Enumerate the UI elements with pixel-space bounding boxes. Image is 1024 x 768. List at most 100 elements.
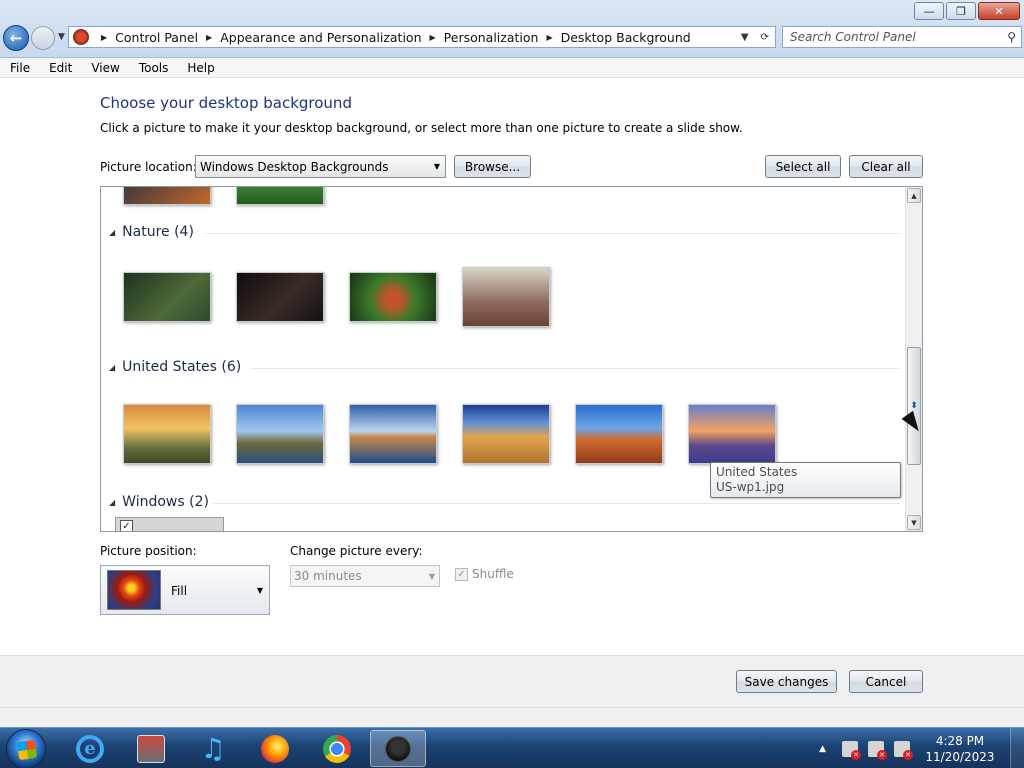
status-bar bbox=[0, 707, 1024, 727]
recent-pages-dropdown[interactable]: ▼ bbox=[58, 32, 65, 42]
taskbar-personalization[interactable] bbox=[370, 730, 426, 767]
media-center-icon bbox=[137, 734, 165, 763]
checkmark-icon[interactable]: ✓ bbox=[455, 567, 468, 581]
back-button[interactable]: ← bbox=[3, 25, 29, 51]
change-picture-label: Change picture every: bbox=[290, 544, 423, 558]
dialog-footer: Save changes Cancel bbox=[0, 655, 1024, 707]
wallpaper-thumbnail[interactable] bbox=[123, 272, 211, 322]
breadcrumb-chevron-icon[interactable]: ▶ bbox=[546, 33, 552, 42]
gallery-scrollbar[interactable]: ▲ ⬍ ▼ bbox=[905, 187, 922, 531]
windows-logo-icon bbox=[16, 739, 38, 761]
tooltip-filename: US-wp1.jpg bbox=[716, 480, 785, 494]
close-button[interactable]: ✕ bbox=[978, 2, 1020, 20]
shuffle-checkbox[interactable]: ✓ Shuffle bbox=[455, 567, 514, 581]
picture-position-select[interactable]: Fill ▼ bbox=[100, 565, 270, 615]
picture-location-select[interactable]: Windows Desktop Backgrounds ▼ bbox=[195, 155, 446, 178]
menu-help[interactable]: Help bbox=[177, 61, 223, 75]
address-dropdown-icon[interactable]: ▼ bbox=[741, 32, 749, 43]
breadcrumb-chevron-icon[interactable]: ▶ bbox=[206, 33, 212, 42]
wallpaper-thumbnail[interactable] bbox=[123, 404, 211, 464]
selected-wallpaper-thumbnail[interactable]: ✓ bbox=[115, 517, 224, 531]
group-title: Windows (2) bbox=[122, 494, 209, 510]
refresh-icon[interactable]: ⟳ bbox=[761, 32, 769, 43]
wallpaper-thumbnail[interactable] bbox=[123, 187, 211, 205]
scroll-down-button[interactable]: ▼ bbox=[907, 515, 921, 530]
maximize-button[interactable]: ❐ bbox=[946, 2, 976, 20]
show-desktop-button[interactable] bbox=[1010, 728, 1024, 768]
scroll-thumb[interactable]: ⬍ bbox=[907, 347, 921, 465]
breadcrumb-control-panel[interactable]: Control Panel bbox=[115, 30, 198, 45]
forward-button[interactable] bbox=[31, 26, 55, 50]
wallpaper-thumbnail[interactable] bbox=[236, 404, 324, 464]
picture-location-label: Picture location: bbox=[100, 160, 197, 174]
menu-view[interactable]: View bbox=[81, 61, 128, 75]
taskbar: e ♫ ▲ ✕ ✕ ✕ 4:28 PM 11/20/2023 bbox=[0, 727, 1024, 768]
taskbar-music[interactable]: ♫ bbox=[185, 730, 241, 767]
title-bar: — ❐ ✕ ← ▼ ▶ Control Panel ▶ Appearance a… bbox=[0, 0, 1024, 58]
close-icon: ✕ bbox=[994, 4, 1004, 18]
clock-time: 4:28 PM bbox=[935, 733, 985, 748]
breadcrumb-personalization[interactable]: Personalization bbox=[444, 30, 539, 45]
save-changes-button[interactable]: Save changes bbox=[736, 670, 837, 693]
start-button[interactable] bbox=[6, 729, 46, 768]
taskbar-internet-explorer[interactable]: e bbox=[62, 730, 118, 767]
wallpaper-thumbnail[interactable] bbox=[462, 267, 550, 327]
show-hidden-icons-icon[interactable]: ▲ bbox=[819, 744, 826, 754]
wallpaper-thumbnail[interactable] bbox=[236, 272, 324, 322]
address-actions: ▼ ⟳ bbox=[741, 27, 775, 47]
change-picture-value: 30 minutes bbox=[294, 569, 362, 583]
taskbar-media-center[interactable] bbox=[123, 730, 179, 767]
cancel-button[interactable]: Cancel bbox=[849, 670, 923, 693]
firefox-icon bbox=[261, 734, 289, 763]
action-center-icon[interactable]: ✕ bbox=[842, 740, 861, 760]
error-badge-icon: ✕ bbox=[903, 749, 913, 760]
chevron-down-icon: ▼ bbox=[256, 586, 263, 595]
scroll-up-button[interactable]: ▲ bbox=[907, 188, 921, 203]
collapse-triangle-icon: ◢ bbox=[109, 497, 116, 507]
search-input[interactable]: Search Control Panel ⚲ bbox=[782, 26, 1022, 48]
menu-file[interactable]: File bbox=[0, 61, 39, 75]
back-arrow-icon: ← bbox=[9, 29, 23, 47]
menu-edit[interactable]: Edit bbox=[39, 61, 81, 75]
group-header-united-states[interactable]: ◢ United States (6) bbox=[109, 359, 241, 375]
clear-all-button[interactable]: Clear all bbox=[849, 155, 923, 178]
browse-button[interactable]: Browse... bbox=[454, 155, 531, 178]
wallpaper-thumbnail[interactable] bbox=[236, 187, 324, 205]
breadcrumb-chevron-icon[interactable]: ▶ bbox=[430, 33, 436, 42]
group-title: Nature (4) bbox=[122, 224, 194, 240]
address-bar[interactable]: ▶ Control Panel ▶ Appearance and Persona… bbox=[68, 26, 776, 48]
picture-position-label: Picture position: bbox=[100, 544, 197, 558]
wallpaper-thumbnail[interactable] bbox=[462, 404, 550, 464]
taskbar-firefox[interactable] bbox=[247, 730, 303, 767]
group-header-windows[interactable]: ◢ Windows (2) bbox=[109, 494, 209, 510]
clock[interactable]: 4:28 PM 11/20/2023 bbox=[920, 733, 1000, 765]
collapse-triangle-icon: ◢ bbox=[109, 227, 116, 237]
menu-tools[interactable]: Tools bbox=[129, 61, 178, 75]
picture-position-value: Fill bbox=[171, 584, 188, 598]
chevron-down-icon: ▼ bbox=[428, 572, 435, 581]
group-header-nature[interactable]: ◢ Nature (4) bbox=[109, 224, 194, 240]
select-all-button[interactable]: Select all bbox=[765, 155, 841, 178]
breadcrumb-desktop-background[interactable]: Desktop Background bbox=[561, 30, 691, 45]
wallpaper-thumbnail[interactable] bbox=[575, 404, 663, 464]
wallpaper-thumbnail[interactable] bbox=[349, 272, 437, 322]
personalization-icon bbox=[385, 735, 411, 762]
chrome-icon bbox=[323, 734, 351, 763]
network-icon[interactable]: ✕ bbox=[868, 740, 887, 760]
group-title: United States (6) bbox=[122, 359, 242, 375]
error-badge-icon: ✕ bbox=[851, 749, 861, 760]
volume-icon[interactable]: ✕ bbox=[894, 740, 913, 760]
position-preview-image bbox=[107, 570, 161, 610]
internet-explorer-icon: e bbox=[76, 734, 104, 763]
music-note-icon: ♫ bbox=[200, 732, 226, 765]
minimize-button[interactable]: — bbox=[914, 2, 944, 20]
checkmark-icon[interactable]: ✓ bbox=[120, 520, 133, 531]
breadcrumb-appearance[interactable]: Appearance and Personalization bbox=[220, 30, 421, 45]
system-tray: ▲ ✕ ✕ ✕ 4:28 PM 11/20/2023 bbox=[819, 728, 1024, 768]
search-icon[interactable]: ⚲ bbox=[1007, 30, 1016, 44]
breadcrumb-chevron-icon[interactable]: ▶ bbox=[101, 33, 107, 42]
wallpaper-thumbnail[interactable] bbox=[349, 404, 437, 464]
change-picture-select[interactable]: 30 minutes ▼ bbox=[290, 565, 440, 587]
taskbar-chrome[interactable] bbox=[309, 730, 365, 767]
wallpaper-thumbnail[interactable] bbox=[688, 404, 776, 464]
